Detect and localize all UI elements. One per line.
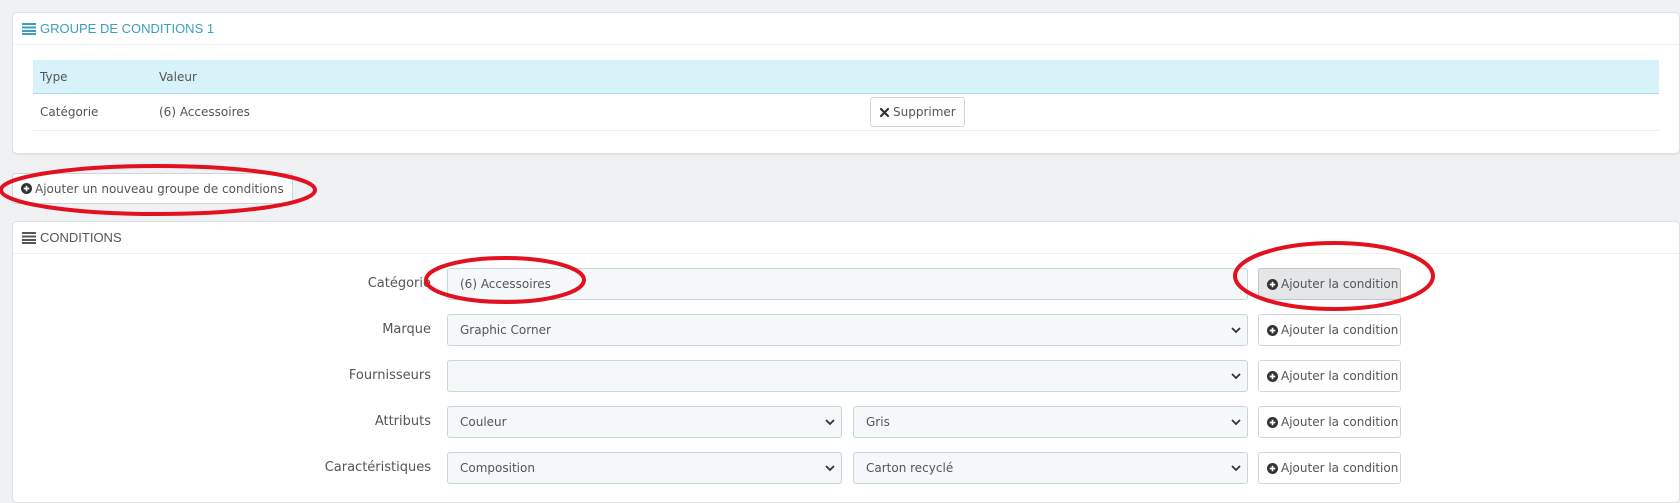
add-brand-condition-button[interactable]: Ajouter la condition xyxy=(1258,314,1401,346)
plus-circle-icon xyxy=(21,183,32,194)
condition-row-category: Catégorie (6) Accessoires Ajouter la con… xyxy=(0,268,1680,300)
attribute-value-select-value: Gris xyxy=(866,415,890,429)
attribute-group-select-value: Couleur xyxy=(460,415,507,429)
add-suppliers-condition-button[interactable]: Ajouter la condition xyxy=(1258,360,1401,392)
category-select[interactable]: (6) Accessoires xyxy=(447,268,1248,300)
conditions-table: Type Valeur Catégorie (6) Accessoires Su… xyxy=(33,60,1659,131)
condition-row-features: Caractéristiques Composition Carton recy… xyxy=(0,452,1680,484)
condition-row-suppliers: Fournisseurs Ajouter la condition xyxy=(0,360,1680,392)
cell-value: (6) Accessoires Supprimer xyxy=(152,93,1659,131)
add-category-condition-label: Ajouter la condition xyxy=(1281,277,1399,291)
condition-row-attributes: Attributs Couleur Gris Ajouter la condit… xyxy=(0,406,1680,438)
category-label: Catégorie xyxy=(367,276,431,291)
features-label: Caractéristiques xyxy=(324,460,431,475)
add-brand-condition-label: Ajouter la condition xyxy=(1281,323,1399,337)
attribute-value-select[interactable]: Gris xyxy=(853,406,1248,438)
feature-value-select-value: Carton recyclé xyxy=(866,461,954,475)
list-icon xyxy=(22,22,37,35)
chevron-down-icon xyxy=(1231,407,1241,437)
brand-select-value: Graphic Corner xyxy=(460,323,551,337)
times-icon xyxy=(879,107,890,118)
plus-circle-icon xyxy=(1267,462,1278,474)
plus-circle-icon xyxy=(1267,370,1278,382)
condition-group-panel: GROUPE DE CONDITIONS 1 Type Valeur Catég… xyxy=(12,12,1680,154)
feature-select-value: Composition xyxy=(460,461,535,475)
attribute-group-select[interactable]: Couleur xyxy=(447,406,842,438)
add-condition-group-label: Ajouter un nouveau groupe de conditions xyxy=(35,181,284,196)
chevron-down-icon xyxy=(825,453,835,483)
plus-circle-icon xyxy=(1267,324,1278,336)
brand-label: Marque xyxy=(382,322,431,337)
chevron-down-icon xyxy=(1231,315,1241,345)
add-condition-group-button[interactable]: Ajouter un nouveau groupe de conditions xyxy=(12,173,293,204)
plus-circle-icon xyxy=(1267,416,1278,428)
table-header-row: Type Valeur xyxy=(33,60,1659,94)
chevron-down-icon xyxy=(1231,453,1241,483)
cell-type: Catégorie xyxy=(33,93,152,131)
chevron-down-icon xyxy=(1231,361,1241,391)
feature-value-select[interactable]: Carton recyclé xyxy=(853,452,1248,484)
chevron-down-icon xyxy=(825,407,835,437)
remove-condition-label: Supprimer xyxy=(893,105,956,119)
cell-value-text: (6) Accessoires xyxy=(159,105,250,119)
condition-group-heading: GROUPE DE CONDITIONS 1 xyxy=(13,13,1679,45)
suppliers-select[interactable] xyxy=(447,360,1248,392)
column-header-value: Valeur xyxy=(152,60,1659,94)
add-category-condition-button[interactable]: Ajouter la condition xyxy=(1258,268,1401,300)
brand-select[interactable]: Graphic Corner xyxy=(447,314,1248,346)
add-attributes-condition-button[interactable]: Ajouter la condition xyxy=(1258,406,1401,438)
add-attributes-condition-label: Ajouter la condition xyxy=(1281,415,1399,429)
conditions-title: CONDITIONS xyxy=(40,230,122,245)
list-icon xyxy=(22,231,37,244)
category-select-value: (6) Accessoires xyxy=(460,277,551,291)
feature-select[interactable]: Composition xyxy=(447,452,842,484)
add-features-condition-button[interactable]: Ajouter la condition xyxy=(1258,452,1401,484)
remove-condition-button[interactable]: Supprimer xyxy=(870,97,965,127)
plus-circle-icon xyxy=(1267,278,1278,290)
table-row: Catégorie (6) Accessoires Supprimer xyxy=(33,93,1659,131)
condition-row-brand: Marque Graphic Corner Ajouter la conditi… xyxy=(0,314,1680,346)
attributes-label: Attributs xyxy=(374,414,431,429)
suppliers-label: Fournisseurs xyxy=(348,368,431,383)
conditions-heading: CONDITIONS xyxy=(13,222,1679,254)
column-header-type: Type xyxy=(33,60,152,94)
add-suppliers-condition-label: Ajouter la condition xyxy=(1281,369,1399,383)
add-features-condition-label: Ajouter la condition xyxy=(1281,461,1399,475)
condition-group-title: GROUPE DE CONDITIONS 1 xyxy=(40,21,215,36)
